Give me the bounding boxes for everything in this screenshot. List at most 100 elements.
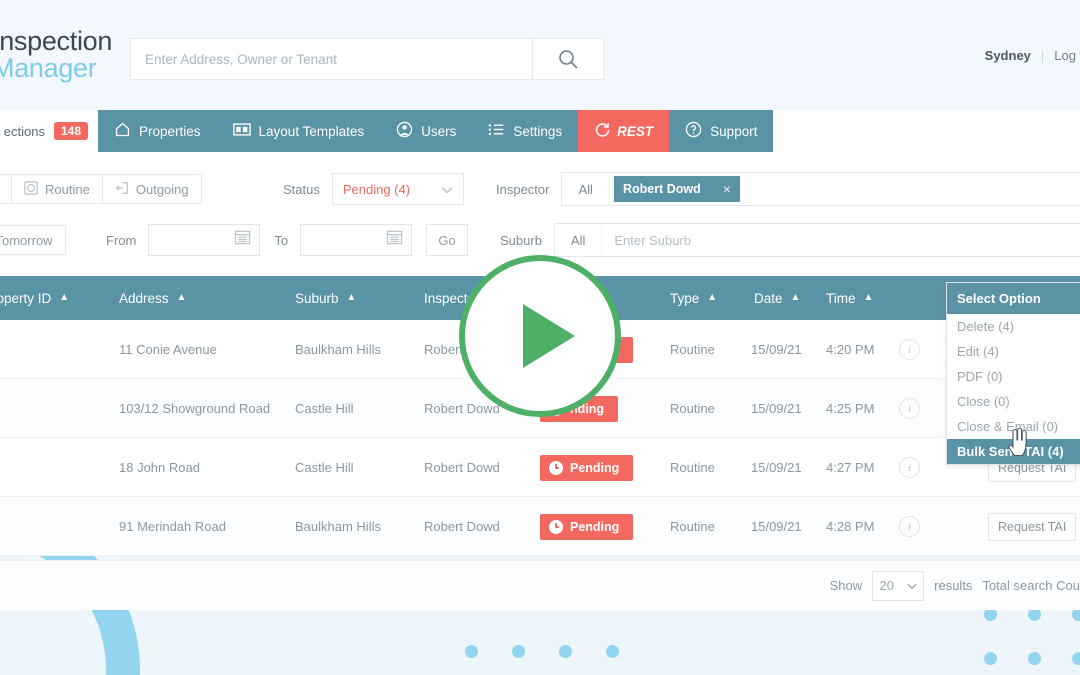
table-footer: Show 20 results Total search Cou bbox=[0, 560, 1080, 610]
cell-info[interactable]: i bbox=[899, 438, 920, 497]
column-header-date[interactable]: Date ▲ bbox=[754, 276, 800, 320]
dropdown-item-edit[interactable]: Edit (4) bbox=[947, 339, 1080, 364]
cell-address: 18 John Road bbox=[119, 460, 200, 475]
status-value: Pending (4) bbox=[342, 181, 411, 197]
calendar-icon[interactable] bbox=[234, 229, 251, 251]
cell-address: 11 Conie Avenue bbox=[119, 342, 217, 357]
info-icon[interactable]: i bbox=[899, 398, 920, 419]
suburb-inputbox[interactable]: All Enter Suburb bbox=[553, 223, 1080, 257]
search-input[interactable]: Enter Address, Owner or Tenant bbox=[131, 39, 532, 79]
nav-item-settings[interactable]: Settings bbox=[472, 110, 578, 152]
pill-label: Tomorrow bbox=[0, 232, 53, 248]
table-row[interactable]: 18 John Road Castle Hill Robert Dowd Pen… bbox=[0, 438, 1080, 497]
column-label: Date bbox=[754, 290, 783, 306]
results-label: results bbox=[934, 578, 973, 593]
cell-date: 15/09/21 bbox=[751, 342, 802, 357]
play-button-overlay[interactable] bbox=[459, 255, 621, 417]
suburb-all-label[interactable]: All bbox=[555, 224, 603, 256]
dropdown-item-delete[interactable]: Delete (4) bbox=[947, 314, 1080, 339]
cell-type: Routine bbox=[670, 401, 715, 416]
calendar-icon[interactable] bbox=[386, 229, 403, 251]
account-separator: | bbox=[1040, 48, 1045, 63]
app-logo[interactable]: Inspection Manager bbox=[0, 28, 112, 82]
column-header-property-id[interactable]: roperty ID ▲ bbox=[0, 276, 69, 320]
inspections-label: ections bbox=[3, 123, 45, 139]
search-icon[interactable] bbox=[533, 48, 603, 70]
info-icon[interactable]: i bbox=[899, 339, 920, 360]
dropdown-item-pdf[interactable]: PDF (0) bbox=[947, 364, 1080, 389]
pill-tomorrow[interactable]: Tomorrow bbox=[0, 225, 66, 255]
sort-asc-icon: ▲ bbox=[346, 292, 357, 303]
list-settings-icon bbox=[488, 122, 505, 140]
dropdown-header[interactable]: Select Option bbox=[947, 283, 1080, 314]
status-label: Pending bbox=[570, 519, 620, 534]
close-icon[interactable]: × bbox=[723, 181, 731, 197]
refresh-icon bbox=[594, 121, 611, 141]
column-label: Suburb bbox=[295, 290, 339, 306]
inspector-label: Inspector bbox=[496, 181, 550, 197]
table-row[interactable]: 91 Merindah Road Baulkham Hills Robert D… bbox=[0, 497, 1080, 556]
account-area: Sydney | Log bbox=[985, 48, 1076, 63]
cell-inspector: Robert Dowd bbox=[424, 460, 500, 475]
go-button[interactable]: Go bbox=[426, 224, 469, 256]
logo-line-2: Manager bbox=[0, 53, 97, 83]
column-header-suburb[interactable]: Suburb ▲ bbox=[295, 276, 356, 320]
pill-outgoing[interactable]: Outgoing bbox=[101, 174, 202, 204]
cell-inspector: Robert bbox=[424, 342, 464, 357]
cell-suburb: Castle Hill bbox=[295, 401, 354, 416]
request-tai-button[interactable]: Request TAI bbox=[988, 512, 1077, 541]
cell-info[interactable]: i bbox=[899, 497, 920, 556]
column-header-time[interactable]: Time ▲ bbox=[826, 276, 873, 320]
logout-link[interactable]: Log bbox=[1054, 48, 1076, 63]
nav-item-rest[interactable]: REST bbox=[578, 110, 670, 152]
sidebar-item-inspections[interactable]: ections 148 bbox=[0, 110, 98, 152]
question-circle-icon bbox=[685, 121, 702, 141]
nav-item-users[interactable]: Users bbox=[380, 110, 472, 152]
status-badge: Pending bbox=[540, 454, 634, 481]
cell-actions: Request TAI ✎ bbox=[988, 497, 1080, 556]
date-quick-pills: y Tomorrow bbox=[0, 225, 66, 255]
nav-item-layout-templates[interactable]: Layout Templates bbox=[217, 110, 381, 152]
pill-routine[interactable]: Routine bbox=[11, 174, 103, 204]
sort-asc-icon: ▲ bbox=[176, 292, 187, 303]
column-label: roperty ID bbox=[0, 290, 52, 306]
clock-icon bbox=[549, 460, 563, 475]
logo-line-1: Inspection bbox=[0, 26, 113, 56]
column-header-type[interactable]: Type ▲ bbox=[670, 276, 717, 320]
sort-asc-icon: ▲ bbox=[863, 292, 874, 303]
layout-icon bbox=[232, 122, 251, 140]
app-root: Inspection Manager Enter Address, Owner … bbox=[0, 0, 1080, 675]
region-label[interactable]: Sydney bbox=[985, 48, 1031, 63]
cell-address: 91 Merindah Road bbox=[119, 519, 226, 534]
suburb-input[interactable]: Enter Suburb bbox=[602, 224, 691, 256]
nav-item-support[interactable]: Support bbox=[669, 110, 773, 152]
column-label: Time bbox=[826, 290, 856, 306]
nav-label: Layout Templates bbox=[258, 123, 365, 139]
info-icon[interactable]: i bbox=[899, 516, 920, 537]
inspector-all-label[interactable]: All bbox=[562, 173, 610, 205]
sort-asc-icon: ▲ bbox=[59, 292, 70, 303]
inspector-tagbox[interactable]: All Robert Dowd × bbox=[561, 172, 1080, 206]
dropdown-item-close[interactable]: Close (0) bbox=[947, 389, 1080, 414]
cell-type: Routine bbox=[670, 460, 715, 475]
suburb-filter: Suburb All Enter Suburb bbox=[500, 223, 1080, 257]
inspector-tag-label: Robert Dowd bbox=[622, 182, 701, 196]
total-search-count-label: Total search Cou bbox=[982, 578, 1080, 593]
from-date-input[interactable] bbox=[148, 224, 261, 256]
cell-info[interactable]: i bbox=[899, 320, 920, 379]
cell-suburb: Castle Hill bbox=[295, 460, 354, 475]
column-label: Address bbox=[119, 290, 169, 306]
to-date-input[interactable] bbox=[300, 224, 413, 256]
global-search[interactable]: Enter Address, Owner or Tenant bbox=[130, 38, 604, 80]
inspector-tag[interactable]: Robert Dowd × bbox=[613, 176, 740, 202]
page-size-value: 20 bbox=[879, 578, 894, 593]
sort-asc-icon: ▲ bbox=[707, 292, 718, 303]
nav-item-properties[interactable]: Properties bbox=[98, 110, 217, 152]
status-badge: Pending bbox=[540, 513, 634, 540]
column-header-address[interactable]: Address ▲ bbox=[119, 276, 186, 320]
status-select[interactable]: Pending (4) bbox=[331, 173, 464, 205]
info-icon[interactable]: i bbox=[899, 457, 920, 478]
cell-info[interactable]: i bbox=[899, 379, 920, 438]
column-label: Type bbox=[670, 290, 700, 306]
page-size-select[interactable]: 20 bbox=[872, 570, 925, 601]
